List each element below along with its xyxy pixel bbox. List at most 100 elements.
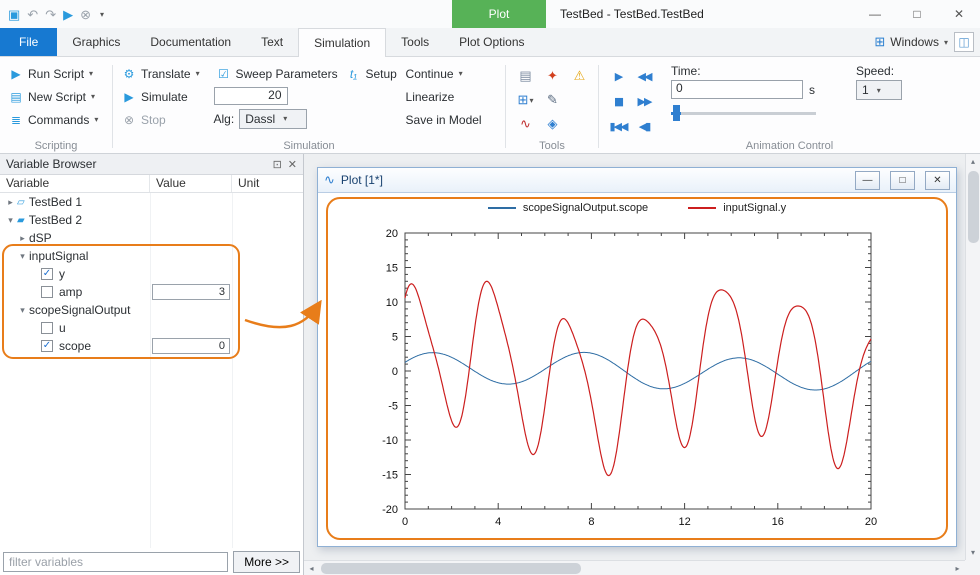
checkbox-y[interactable]: ✓: [41, 268, 53, 280]
value-field-amp[interactable]: 3: [152, 284, 230, 300]
warning-messages-icon[interactable]: ⚠: [566, 64, 593, 88]
plot-minimize-button[interactable]: —: [855, 171, 880, 190]
ribbon-layout-icon[interactable]: ◫: [954, 32, 974, 52]
save-icon[interactable]: ▣: [8, 8, 20, 21]
animation-forward-icon[interactable]: ▶▶: [631, 89, 657, 114]
tree-label: u: [59, 321, 66, 335]
svg-text:5: 5: [392, 332, 398, 344]
tree-row-amp[interactable]: amp3: [0, 283, 303, 301]
expand-arrow-icon[interactable]: ▸: [16, 233, 29, 244]
continue-button[interactable]: Continue ▾: [403, 62, 501, 85]
horizontal-scrollbar[interactable]: ◂ ▸: [304, 560, 965, 575]
tab-documentation[interactable]: Documentation: [135, 28, 246, 56]
qat-customize-caret-icon[interactable]: ▾: [100, 10, 104, 19]
chevron-down-icon: ▾: [877, 86, 881, 95]
save-in-model-button[interactable]: Save in Model: [403, 108, 501, 131]
close-panel-icon[interactable]: ✕: [288, 158, 297, 171]
sweep-parameters-button[interactable]: ☑ Sweep Parameters: [214, 62, 344, 85]
plot-tool-icon[interactable]: ∿: [512, 112, 539, 136]
animation-rewind-icon[interactable]: ◀◀: [631, 64, 657, 89]
collapse-arrow-icon[interactable]: ▾: [16, 251, 29, 262]
checkbox-amp[interactable]: [41, 286, 53, 298]
column-header-unit[interactable]: Unit: [232, 175, 303, 192]
animation-to-start-icon[interactable]: ▮◀◀: [605, 114, 631, 139]
plot-window[interactable]: ∿ Plot [1*] — □ ✕ scopeSignalOutput.scop…: [317, 167, 957, 547]
stop-quick-icon[interactable]: ⊗: [80, 8, 91, 21]
collapse-arrow-icon[interactable]: ▾: [4, 215, 17, 226]
minimize-button[interactable]: —: [854, 0, 896, 28]
expand-arrow-icon[interactable]: ▸: [4, 197, 17, 208]
more-button[interactable]: More >>: [233, 551, 300, 573]
redo-icon[interactable]: ↷: [45, 8, 56, 21]
animation-time-slider[interactable]: [671, 104, 816, 122]
collapse-arrow-icon[interactable]: ▾: [16, 305, 29, 316]
undo-icon[interactable]: ↶: [27, 8, 38, 21]
tree-row-testbed-2[interactable]: ▾▰TestBed 2: [0, 211, 303, 229]
window-layout-icon[interactable]: ⊞▾: [512, 88, 539, 112]
column-header-variable[interactable]: Variable: [0, 175, 150, 192]
value-field-scope[interactable]: 0: [152, 338, 230, 354]
slider-thumb[interactable]: [673, 105, 680, 121]
column-header-value[interactable]: Value: [150, 175, 232, 192]
chevron-down-icon: ▾: [94, 115, 98, 124]
plot-legend: scopeSignalOutput.scope inputSignal.y: [318, 202, 956, 214]
tree-row-u[interactable]: u: [0, 319, 303, 337]
mathematica-tool-icon[interactable]: ✦: [539, 64, 566, 88]
speed-dropdown[interactable]: 1 ▾: [856, 80, 902, 100]
animation-pause-icon[interactable]: ▮▮: [605, 89, 631, 114]
legend-line-swatch-red: [688, 207, 716, 209]
setup-button[interactable]: t₁ Setup: [343, 62, 402, 85]
tab-file[interactable]: File: [0, 28, 57, 56]
tab-simulation[interactable]: Simulation: [298, 28, 386, 57]
tree-row-scope[interactable]: ✓scope0: [0, 337, 303, 355]
windows-menu[interactable]: ⊞ Windows ▾: [874, 28, 948, 56]
scroll-down-icon[interactable]: ▾: [971, 545, 975, 560]
horizontal-scroll-thumb[interactable]: [321, 563, 581, 574]
plot-restore-button[interactable]: □: [890, 171, 915, 190]
windows-icon: ⊞: [874, 34, 885, 50]
tree-row-dsp[interactable]: ▸dSP: [0, 229, 303, 247]
float-panel-icon[interactable]: ⊡: [273, 158, 282, 171]
vertical-scrollbar[interactable]: ▴ ▾: [965, 154, 980, 560]
stop-button[interactable]: ⊗ Stop: [119, 108, 214, 131]
tree-row-inputsignal[interactable]: ▾inputSignal: [0, 247, 303, 265]
run-script-button[interactable]: ▶ Run Script ▾: [6, 62, 108, 85]
notebook-tool-icon[interactable]: ▤: [512, 64, 539, 88]
tree-row-testbed-1[interactable]: ▸▱TestBed 1: [0, 193, 303, 211]
scroll-up-icon[interactable]: ▴: [971, 154, 975, 169]
close-button[interactable]: ✕: [938, 0, 980, 28]
new-script-button[interactable]: ▤ New Script ▾: [6, 85, 108, 108]
scroll-left-icon[interactable]: ◂: [304, 564, 319, 573]
maximize-button[interactable]: □: [896, 0, 938, 28]
plot-close-button[interactable]: ✕: [925, 171, 950, 190]
model-center-cube-icon[interactable]: ◈: [539, 112, 566, 136]
animation-play-icon[interactable]: ▶: [605, 64, 631, 89]
save-in-model-label: Save in Model: [406, 113, 482, 127]
tab-text[interactable]: Text: [246, 28, 298, 56]
time-input[interactable]: 0: [671, 80, 803, 99]
tab-plot-options[interactable]: Plot Options: [444, 28, 539, 56]
scroll-right-icon[interactable]: ▸: [950, 564, 965, 573]
svg-text:-15: -15: [382, 470, 398, 482]
tree-row-scopesignaloutput[interactable]: ▾scopeSignalOutput: [0, 301, 303, 319]
checkbox-u[interactable]: [41, 322, 53, 334]
tree-row-y[interactable]: ✓y: [0, 265, 303, 283]
filter-variables-input[interactable]: [3, 552, 228, 572]
plot-window-titlebar[interactable]: ∿ Plot [1*] — □ ✕: [318, 168, 956, 193]
stop-time-input[interactable]: 20: [214, 87, 288, 105]
animation-step-icon[interactable]: ◀▮: [631, 114, 657, 139]
contextual-tab-plot[interactable]: Plot: [452, 0, 546, 28]
window-title: TestBed - TestBed.TestBed: [560, 0, 704, 28]
tab-tools[interactable]: Tools: [386, 28, 444, 56]
edit-tool-icon[interactable]: ✎: [539, 88, 566, 112]
vertical-scroll-thumb[interactable]: [968, 171, 979, 243]
tab-graphics[interactable]: Graphics: [57, 28, 135, 56]
algorithm-dropdown[interactable]: Dassl ▾: [239, 109, 307, 129]
commands-button[interactable]: ≣ Commands ▾: [6, 108, 108, 131]
simulate-button[interactable]: ▶ Simulate: [119, 85, 214, 108]
checkbox-scope[interactable]: ✓: [41, 340, 53, 352]
translate-button[interactable]: ⚙ Translate ▾: [119, 62, 214, 85]
simulate-quick-icon[interactable]: ▶: [63, 8, 73, 21]
svg-text:0: 0: [392, 366, 398, 378]
linearize-button[interactable]: Linearize: [403, 85, 501, 108]
